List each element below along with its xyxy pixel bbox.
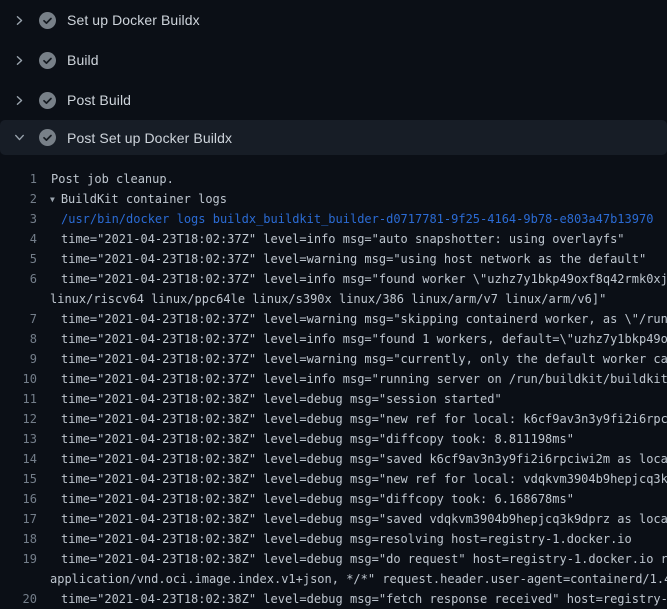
log-text: /usr/bin/docker logs buildx_buildkit_bui… [37,209,653,229]
line-number[interactable]: 8 [0,329,37,349]
log-text: time="2021-04-23T18:02:37Z" level=warnin… [37,349,667,369]
step-label: Post Build [67,92,131,108]
log-text: time="2021-04-23T18:02:38Z" level=debug … [37,389,502,409]
step-label: Post Set up Docker Buildx [67,130,232,146]
log-line: 13time="2021-04-23T18:02:38Z" level=debu… [0,429,667,449]
line-number[interactable]: 20 [0,589,37,609]
step-post-build[interactable]: Post Build [0,80,667,120]
log-text: time="2021-04-23T18:02:38Z" level=debug … [37,529,632,549]
log-line: 2 ▼ BuildKit container logs [0,189,667,209]
log-line-continuation: linux/riscv64 linux/ppc64le linux/s390x … [0,289,667,309]
step-label: Build [67,52,99,68]
log-line: 17time="2021-04-23T18:02:38Z" level=debu… [0,509,667,529]
log-text: time="2021-04-23T18:02:38Z" level=debug … [37,509,667,529]
log-line: 8time="2021-04-23T18:02:37Z" level=info … [0,329,667,349]
step-build[interactable]: Build [0,40,667,80]
chevron-right-icon [13,14,25,26]
line-number[interactable]: 11 [0,389,37,409]
line-number[interactable]: 4 [0,229,37,249]
log-line-continuation: application/vnd.oci.image.index.v1+json,… [0,569,667,589]
line-number[interactable]: 17 [0,509,37,529]
log-text: time="2021-04-23T18:02:38Z" level=debug … [37,469,667,489]
line-number[interactable]: 19 [0,549,37,569]
line-number[interactable]: 15 [0,469,37,489]
log-text: time="2021-04-23T18:02:37Z" level=info m… [37,329,667,349]
log-line: 14time="2021-04-23T18:02:38Z" level=debu… [0,449,667,469]
triangle-down-icon[interactable]: ▼ [50,190,55,209]
log-line: 19time="2021-04-23T18:02:38Z" level=debu… [0,549,667,569]
log-group-title: BuildKit container logs [61,192,227,206]
log-line: 1Post job cleanup. [0,169,667,189]
chevron-right-icon [13,54,25,66]
line-number[interactable]: 9 [0,349,37,369]
log-line: 16time="2021-04-23T18:02:38Z" level=debu… [0,489,667,509]
step-label: Set up Docker Buildx [67,12,200,28]
line-number[interactable]: 3 [0,209,37,229]
step-set-up-docker-buildx[interactable]: Set up Docker Buildx [0,0,667,40]
log-line: 7time="2021-04-23T18:02:37Z" level=warni… [0,309,667,329]
log-line: 12time="2021-04-23T18:02:38Z" level=debu… [0,409,667,429]
line-number[interactable]: 10 [0,369,37,389]
chevron-right-icon [13,94,25,106]
check-circle-icon [39,129,56,146]
log-line: 10time="2021-04-23T18:02:37Z" level=info… [0,369,667,389]
line-number[interactable]: 5 [0,249,37,269]
log-line: 11time="2021-04-23T18:02:38Z" level=debu… [0,389,667,409]
log-line: 5time="2021-04-23T18:02:37Z" level=warni… [0,249,667,269]
log-line: 15time="2021-04-23T18:02:38Z" level=debu… [0,469,667,489]
log-text: time="2021-04-23T18:02:38Z" level=debug … [37,549,667,569]
log-line: 9time="2021-04-23T18:02:37Z" level=warni… [0,349,667,369]
line-number[interactable]: 14 [0,449,37,469]
log-text: Post job cleanup. [37,169,174,189]
workflow-steps-list: Set up Docker Buildx Build Post Build Po… [0,0,667,155]
log-line: 4time="2021-04-23T18:02:37Z" level=info … [0,229,667,249]
log-text: time="2021-04-23T18:02:38Z" level=debug … [37,429,574,449]
log-text: time="2021-04-23T18:02:37Z" level=info m… [37,269,667,289]
log-text: time="2021-04-23T18:02:37Z" level=warnin… [37,249,646,269]
chevron-down-icon [13,132,25,144]
check-circle-icon [39,52,56,69]
check-circle-icon [39,12,56,29]
log-text: linux/riscv64 linux/ppc64le linux/s390x … [50,289,606,309]
log-line: 18time="2021-04-23T18:02:38Z" level=debu… [0,529,667,549]
log-text: time="2021-04-23T18:02:37Z" level=info m… [37,229,625,249]
log-text: time="2021-04-23T18:02:38Z" level=debug … [37,589,667,609]
log-area: 1Post job cleanup.2 ▼ BuildKit container l… [0,155,667,609]
log-text: time="2021-04-23T18:02:38Z" level=debug … [37,489,574,509]
log-text: time="2021-04-23T18:02:38Z" level=debug … [37,449,667,469]
line-number[interactable]: 1 [0,169,37,189]
log-line: 3/usr/bin/docker logs buildx_buildkit_bu… [0,209,667,229]
log-line: 6time="2021-04-23T18:02:37Z" level=info … [0,269,667,289]
line-number[interactable]: 12 [0,409,37,429]
line-number[interactable]: 2 [0,189,37,209]
line-number[interactable]: 6 [0,269,37,289]
log-text: time="2021-04-23T18:02:38Z" level=debug … [37,409,667,429]
check-circle-icon [39,92,56,109]
line-number[interactable]: 16 [0,489,37,509]
step-post-set-up-docker-buildx[interactable]: Post Set up Docker Buildx [0,120,667,155]
line-number[interactable]: 18 [0,529,37,549]
log-text: application/vnd.oci.image.index.v1+json,… [50,569,667,589]
line-number[interactable]: 13 [0,429,37,449]
log-line: 20time="2021-04-23T18:02:38Z" level=debu… [0,589,667,609]
line-number[interactable]: 7 [0,309,37,329]
log-text: time="2021-04-23T18:02:37Z" level=warnin… [37,309,667,329]
log-text: time="2021-04-23T18:02:37Z" level=info m… [37,369,667,389]
